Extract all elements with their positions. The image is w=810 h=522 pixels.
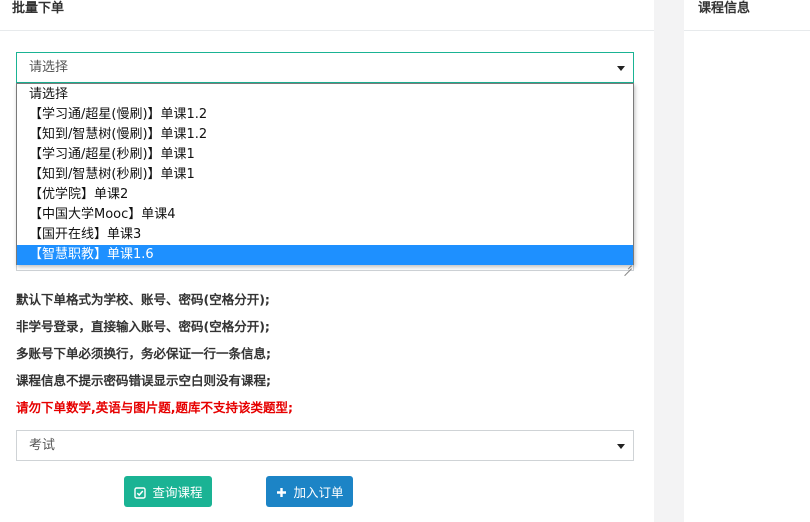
dropdown-option[interactable]: 【知到/智慧树(慢刷)】单课1.2 (17, 125, 633, 145)
instruction-line: 非学号登录，直接输入账号、密码(空格分开); (16, 319, 270, 334)
dropdown-option[interactable]: 【学习通/超星(秒刷)】单课1 (17, 145, 633, 165)
warning-line: 请勿下单数学,英语与图片题,题库不支持该类题型; (16, 400, 293, 415)
add-order-label: 加入订单 (293, 485, 344, 500)
dropdown-option[interactable]: 【优学院】单课2 (17, 185, 633, 205)
dropdown-option[interactable]: 【学习通/超星(慢刷)】单课1.2 (17, 105, 633, 125)
plus-icon (276, 488, 286, 497)
dropdown-option[interactable]: 【中国大学Mooc】单课4 (17, 205, 633, 225)
panel-title: 批量下单 (12, 1, 65, 16)
dropdown-option-highlighted[interactable]: 【智慧职教】单课1.6 (17, 245, 633, 265)
course-info-panel: 课程信息 (684, 0, 810, 522)
panel-heading: 批量下单 (0, 0, 654, 31)
instruction-line: 多账号下单必须换行，务必保证一行一条信息; (16, 346, 271, 361)
add-order-button[interactable]: 加入订单 (266, 476, 353, 507)
platform-dropdown-list: 请选择 【学习通/超星(慢刷)】单课1.2 【知到/智慧树(慢刷)】单课1.2 … (16, 83, 634, 265)
caret-down-icon (617, 444, 625, 449)
dropdown-option[interactable]: 请选择 (17, 85, 633, 105)
mode-select[interactable]: 考试 (16, 430, 634, 461)
query-course-button[interactable]: 查询课程 (124, 476, 212, 507)
order-instructions: 默认下单格式为学校、账号、密码(空格分开); 非学号登录，直接输入账号、密码(空… (16, 291, 616, 426)
batch-order-panel: 批量下单 请选择 请选择 【学习通/超星(慢刷)】单课1.2 【知到/智慧树(慢… (0, 0, 654, 522)
check-square-icon (133, 486, 146, 499)
platform-select[interactable]: 请选择 (16, 52, 634, 83)
instruction-line: 默认下单格式为学校、账号、密码(空格分开); (16, 292, 270, 307)
query-course-label: 查询课程 (152, 485, 203, 500)
instruction-line: 课程信息不提示密码错误显示空白则没有课程; (16, 373, 271, 388)
dropdown-option[interactable]: 【国开在线】单课3 (17, 225, 633, 245)
course-info-title: 课程信息 (698, 1, 751, 16)
mode-select-value: 考试 (29, 438, 56, 453)
caret-down-icon (617, 66, 625, 71)
platform-select-value: 请选择 (29, 60, 69, 75)
dropdown-option[interactable]: 【知到/智慧树(秒刷)】单课1 (17, 165, 633, 185)
course-info-heading: 课程信息 (684, 0, 810, 31)
